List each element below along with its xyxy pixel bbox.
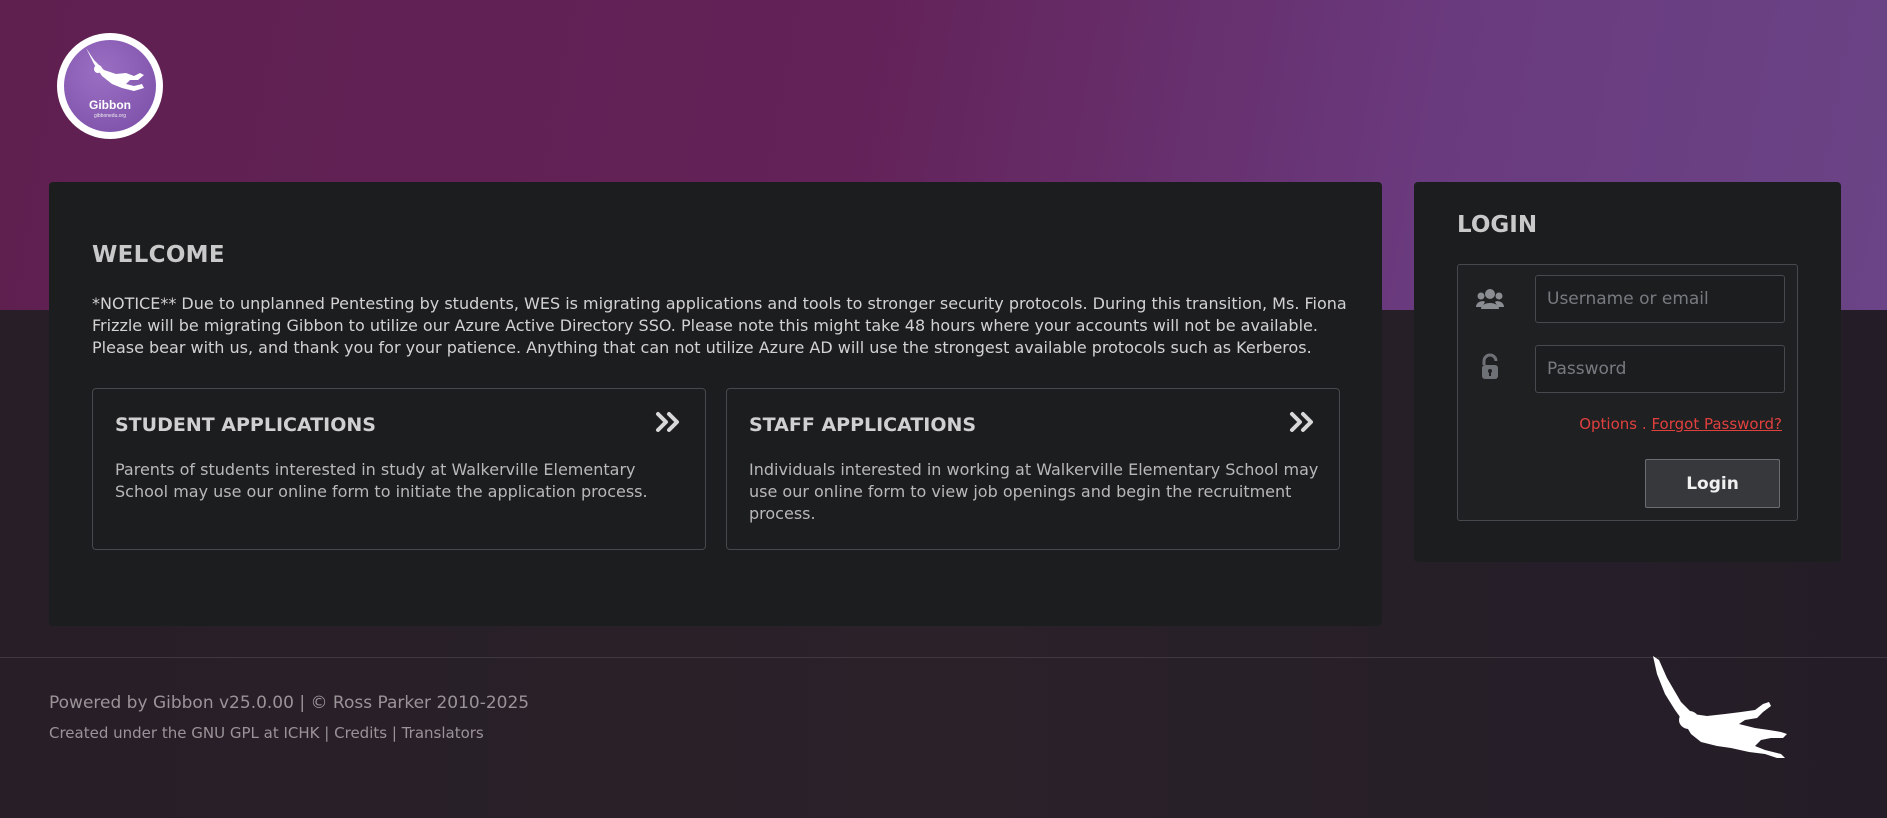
staff-applications-card[interactable]: STAFF APPLICATIONS Individuals intereste… bbox=[726, 388, 1340, 550]
powered-prefix: Powered by bbox=[49, 693, 148, 713]
staff-applications-title[interactable]: STAFF APPLICATIONS bbox=[749, 414, 976, 436]
username-input[interactable] bbox=[1535, 275, 1785, 323]
users-icon bbox=[1476, 289, 1504, 309]
links-separator: . bbox=[1641, 415, 1647, 433]
footer-copyright: | © Ross Parker 2010-2025 bbox=[299, 693, 530, 713]
footer-powered-by: Powered by Gibbon v25.0.00 | © Ross Park… bbox=[49, 693, 529, 713]
ichk-link[interactable]: ICHK bbox=[284, 724, 320, 742]
student-applications-card[interactable]: STUDENT APPLICATIONS Parents of students… bbox=[92, 388, 706, 550]
logo-name: Gibbon bbox=[89, 98, 131, 112]
footer-divider bbox=[0, 657, 1887, 658]
gibbon-version-link[interactable]: Gibbon v25.0.00 bbox=[153, 693, 294, 713]
footer-separator: | bbox=[391, 724, 397, 742]
staff-applications-description: Individuals interested in working at Wal… bbox=[749, 460, 1319, 523]
gibbon-logo[interactable]: Gibbon gibbonedu.org bbox=[57, 33, 163, 139]
created-prefix: Created under the bbox=[49, 724, 187, 742]
student-applications-title[interactable]: STUDENT APPLICATIONS bbox=[115, 414, 376, 436]
student-applications-description: Parents of students interested in study … bbox=[115, 460, 648, 501]
lock-icon bbox=[1482, 353, 1498, 379]
password-input[interactable] bbox=[1535, 345, 1785, 393]
credits-link[interactable]: Credits bbox=[334, 724, 387, 742]
gibbon-figure-icon bbox=[1653, 656, 1787, 758]
login-form: Options . Forgot Password? Login bbox=[1457, 264, 1798, 521]
welcome-title: WELCOME bbox=[92, 242, 225, 268]
welcome-panel: WELCOME *NOTICE** Due to unplanned Pente… bbox=[49, 182, 1382, 626]
footer-credits: Created under the GNU GPL at ICHK | Cred… bbox=[49, 724, 484, 742]
double-chevron-right-icon[interactable] bbox=[655, 411, 683, 433]
translators-link[interactable]: Translators bbox=[402, 724, 484, 742]
login-panel: LOGIN Options . Forgot Password? Login bbox=[1414, 182, 1841, 562]
footer-separator: | bbox=[324, 724, 330, 742]
welcome-notice: *NOTICE** Due to unplanned Pentesting by… bbox=[92, 294, 1347, 357]
gibbon-figure-icon bbox=[86, 48, 144, 91]
forgot-password-link[interactable]: Forgot Password? bbox=[1651, 415, 1782, 433]
gpl-link[interactable]: GNU GPL bbox=[191, 724, 259, 742]
login-button[interactable]: Login bbox=[1645, 459, 1780, 508]
login-links: Options . Forgot Password? bbox=[1579, 415, 1782, 433]
at-text: at bbox=[263, 724, 279, 742]
options-link[interactable]: Options bbox=[1579, 415, 1637, 433]
login-title: LOGIN bbox=[1457, 212, 1538, 238]
logo-url: gibbonedu.org bbox=[94, 113, 126, 119]
double-chevron-right-icon[interactable] bbox=[1289, 411, 1317, 433]
